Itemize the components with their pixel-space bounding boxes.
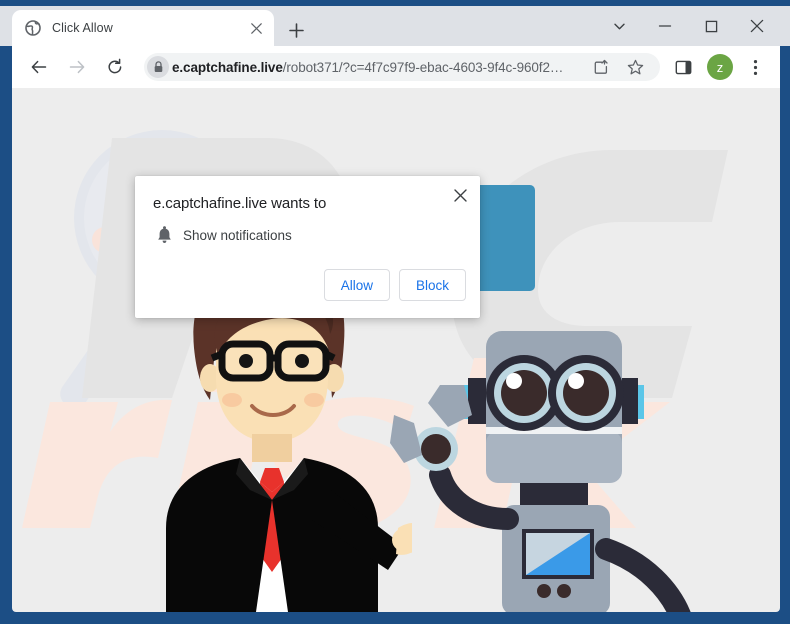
tab-title: Click Allow [52,21,113,35]
window-controls [596,6,780,46]
bell-icon [153,224,175,246]
tab-search-chevron-down-icon[interactable] [596,6,642,46]
address-bar[interactable]: e.captchafine.live/robot371/?c=4f7c97f9-… [144,53,660,81]
lock-icon[interactable] [144,53,172,81]
url-text: e.captchafine.live/robot371/?c=4f7c97f9-… [172,60,584,75]
block-button[interactable]: Block [398,269,466,301]
close-window-icon[interactable] [734,6,780,46]
dialog-title: e.captchafine.live wants to [153,195,327,212]
page-content: o are [12,88,780,612]
permission-item: Show notifications [153,224,292,246]
globe-icon [24,20,41,37]
close-tab-icon[interactable] [246,18,266,38]
close-dialog-icon[interactable] [447,182,473,208]
more-menu-icon[interactable] [741,53,769,81]
new-tab-button[interactable] [282,16,310,44]
share-icon[interactable] [587,53,615,81]
forward-button-icon [62,52,92,82]
avatar[interactable]: z [707,54,733,80]
dialog-actions: Allow Block [323,269,466,301]
tab-strip: Click Allow [0,0,790,46]
minimize-icon[interactable] [642,6,688,46]
url-host: e.captchafine.live [172,59,283,75]
allow-button[interactable]: Allow [323,269,390,301]
side-panel-icon[interactable] [669,53,697,81]
browser-window: Click Allow e.captchafine.live/robot371/… [0,0,790,624]
permission-item-label: Show notifications [183,227,292,243]
robot-illustration [390,331,691,612]
back-button-icon[interactable] [24,52,54,82]
maximize-icon[interactable] [688,6,734,46]
url-path: /robot371/?c=4f7c97f9-ebac-4603-9f4c-960… [282,59,564,75]
browser-toolbar: e.captchafine.live/robot371/?c=4f7c97f9-… [12,46,780,88]
browser-tab[interactable]: Click Allow [12,10,274,46]
bookmark-star-icon[interactable] [621,53,649,81]
reload-button-icon[interactable] [100,52,130,82]
notification-permission-dialog: e.captchafine.live wants to Show notific… [135,176,480,318]
